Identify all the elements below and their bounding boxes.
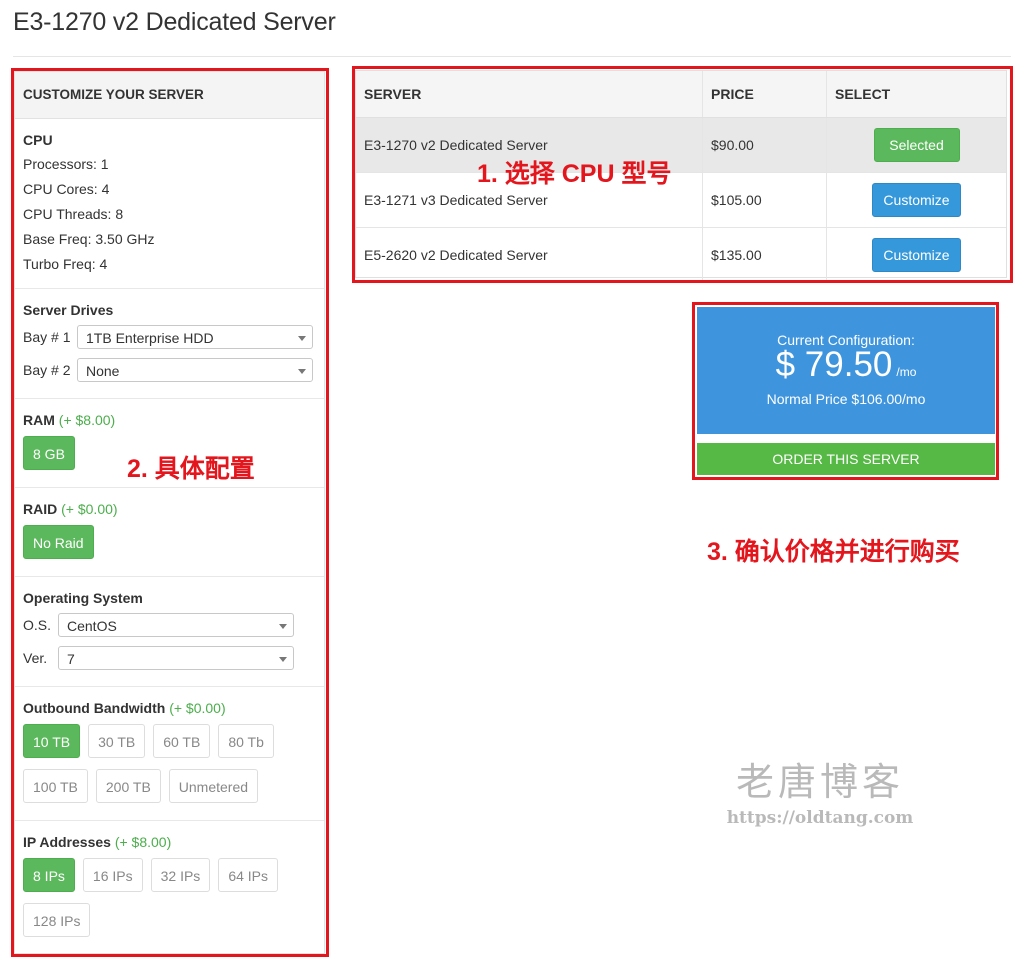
title-divider [13, 56, 1011, 57]
ip-option-8[interactable]: 8 IPs [23, 858, 75, 892]
annotation-step-1: 1. 选择 CPU 型号 [477, 160, 672, 188]
os-label: O.S. [23, 616, 52, 633]
config-price: $ 79.50/mo [697, 345, 995, 392]
cpu-cores: CPU Cores: 4 [23, 181, 110, 197]
bay-1-label: Bay # 1 [23, 328, 71, 345]
config-price-per: /mo [896, 365, 917, 379]
column-header-select: SELECT [826, 71, 1006, 118]
os-row: O.S. CentOS [23, 608, 316, 641]
cpu-base-freq: Base Freq: 3.50 GHz [23, 231, 155, 247]
column-header-price: PRICE [702, 71, 827, 118]
os-select[interactable]: CentOS [58, 612, 294, 637]
os-section: Operating System O.S. CentOS Ver. 7 [15, 577, 324, 687]
server-table: SERVER PRICE SELECT E3-1270 v2 Dedicated… [355, 70, 1007, 282]
bay-1-value: 1TB Enterprise HDD [86, 329, 214, 346]
drives-section: Server Drives Bay # 1 1TB Enterprise HDD… [15, 289, 324, 399]
cpu-processors: Processors: 1 [23, 156, 109, 172]
bandwidth-option-30tb[interactable]: 30 TB [88, 724, 146, 758]
raid-extra-cost: (+ $0.00) [61, 501, 118, 517]
bay-1-select[interactable]: 1TB Enterprise HDD [77, 324, 313, 349]
bandwidth-title: Outbound Bandwidth (+ $0.00) [23, 700, 316, 716]
config-price-value: $ 79.50 [775, 345, 893, 384]
config-summary: Current Configuration: $ 79.50/mo Normal… [697, 307, 995, 434]
bandwidth-option-200tb[interactable]: 200 TB [95, 769, 161, 803]
os-version-row: Ver. 7 [23, 641, 316, 674]
raid-section: RAID (+ $0.00) No Raid [15, 488, 324, 577]
annotation-step-3: 3. 确认价格并进行购买 [707, 538, 960, 566]
watermark-name: 老唐博客 [735, 760, 904, 804]
table-row: E5-2620 v2 Dedicated Server $135.00 Cust… [356, 227, 1006, 282]
raid-options: No Raid [23, 525, 316, 570]
bay-2-select[interactable]: None [77, 357, 313, 382]
raid-title-text: RAID [23, 501, 58, 517]
ip-option-16[interactable]: 16 IPs [82, 858, 143, 892]
cpu-section: CPU Processors: 1 CPU Cores: 4 CPU Threa… [15, 119, 324, 289]
ip-section: IP Addresses (+ $8.00) 8 IPs 16 IPs 32 I… [15, 821, 324, 955]
raid-option-no-raid[interactable]: No Raid [23, 525, 94, 559]
table-row: E3-1271 v3 Dedicated Server $105.00 Cust… [356, 172, 1006, 228]
os-version-label: Ver. [23, 649, 48, 666]
cpu-turbo-freq: Turbo Freq: 4 [23, 256, 108, 272]
bandwidth-extra-cost: (+ $0.00) [169, 700, 226, 716]
chevron-down-icon [279, 656, 287, 662]
page-title: E3-1270 v2 Dedicated Server [13, 8, 336, 36]
cpu-threads: CPU Threads: 8 [23, 206, 124, 222]
server-price: $135.00 [702, 227, 827, 282]
ip-option-64[interactable]: 64 IPs [218, 858, 279, 892]
chevron-down-icon [298, 335, 306, 341]
select-cell: Customize [826, 172, 1006, 228]
bay-2-label: Bay # 2 [23, 361, 71, 378]
customize-panel: CUSTOMIZE YOUR SERVER CPU Processors: 1 … [14, 71, 325, 954]
os-value: CentOS [67, 617, 117, 634]
bandwidth-option-80tb[interactable]: 80 Tb [218, 724, 274, 758]
chevron-down-icon [298, 368, 306, 374]
ram-option-8gb[interactable]: 8 GB [23, 436, 75, 470]
select-cell: Selected [826, 117, 1006, 173]
normal-price: Normal Price $106.00/mo [766, 391, 926, 407]
ip-option-128[interactable]: 128 IPs [23, 903, 91, 937]
watermark: 老唐博客 https://oldtang.com [710, 760, 930, 828]
customize-header: CUSTOMIZE YOUR SERVER [15, 72, 324, 119]
table-header-row: SERVER PRICE SELECT [356, 71, 1006, 118]
ip-extra-cost: (+ $8.00) [114, 834, 172, 850]
column-header-server: SERVER [356, 71, 703, 118]
ram-title-text: RAM [23, 412, 55, 428]
current-configuration: Current Configuration: $ 79.50/mo Normal… [697, 307, 995, 475]
os-version-value: 7 [67, 650, 75, 667]
drives-title: Server Drives [23, 302, 114, 318]
customize-button[interactable]: Customize [872, 238, 961, 272]
bay-1-row: Bay # 1 1TB Enterprise HDD [23, 320, 316, 353]
bandwidth-options: 10 TB 30 TB 60 TB 80 Tb 100 TB 200 TB Un… [23, 724, 316, 814]
bandwidth-option-10tb[interactable]: 10 TB [23, 724, 81, 758]
os-version-select[interactable]: 7 [58, 645, 294, 670]
server-name: E5-2620 v2 Dedicated Server [356, 227, 703, 282]
bandwidth-section: Outbound Bandwidth (+ $0.00) 10 TB 30 TB… [15, 687, 324, 821]
watermark-url: https://oldtang.com [726, 808, 914, 828]
annotation-step-2: 2. 具体配置 [127, 455, 255, 483]
ip-title: IP Addresses (+ $8.00) [23, 834, 316, 850]
bandwidth-option-unmetered[interactable]: Unmetered [168, 769, 259, 803]
chevron-down-icon [279, 623, 287, 629]
bay-2-row: Bay # 2 None [23, 353, 316, 386]
ip-option-32[interactable]: 32 IPs [150, 858, 211, 892]
bandwidth-option-60tb[interactable]: 60 TB [153, 724, 211, 758]
table-row: E3-1270 v2 Dedicated Server $90.00 Selec… [356, 117, 1006, 173]
server-price: $90.00 [702, 117, 827, 173]
bandwidth-title-text: Outbound Bandwidth [23, 700, 166, 716]
ip-options: 8 IPs 16 IPs 32 IPs 64 IPs 128 IPs [23, 858, 316, 948]
bandwidth-option-100tb[interactable]: 100 TB [23, 769, 88, 803]
select-cell: Customize [826, 227, 1006, 282]
ram-extra-cost: (+ $8.00) [58, 412, 116, 428]
raid-title: RAID (+ $0.00) [23, 501, 316, 517]
customize-button[interactable]: Customize [872, 183, 961, 217]
cpu-title: CPU [23, 132, 53, 148]
order-server-button[interactable]: ORDER THIS SERVER [697, 443, 995, 475]
ram-title: RAM (+ $8.00) [23, 412, 316, 428]
ip-title-text: IP Addresses [23, 834, 111, 850]
selected-button[interactable]: Selected [873, 128, 960, 162]
os-title: Operating System [23, 590, 143, 606]
server-price: $105.00 [702, 172, 827, 228]
bay-2-value: None [86, 362, 120, 379]
